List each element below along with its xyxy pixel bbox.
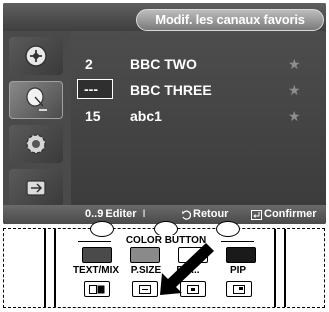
gear-icon <box>26 134 46 154</box>
remote-control-panel: COLOR BUTTON TEXT/MIX P.SIZE P.S... PIP <box>3 221 325 308</box>
channel-number-input[interactable]: --- <box>77 79 113 99</box>
input-icon <box>26 180 46 196</box>
sidebar-item-antenna[interactable] <box>9 81 63 119</box>
text-mix-button[interactable] <box>84 281 110 297</box>
favorite-star-icon: ★ <box>288 56 301 72</box>
channel-name: BBC TWO <box>130 56 197 72</box>
pointer-arrow-icon <box>160 243 214 295</box>
text-mix-label: TEXT/MIX <box>72 265 120 276</box>
footer-separator: I <box>142 208 146 220</box>
sidebar-item-channel[interactable] <box>9 37 63 75</box>
channel-name: abc1 <box>130 108 162 124</box>
remote-body: COLOR BUTTON TEXT/MIX P.SIZE P.S... PIP <box>54 221 276 307</box>
color-button-1[interactable] <box>82 247 112 263</box>
osd-header: Modif. les canaux favoris <box>3 3 326 31</box>
favorite-star-icon: ★ <box>288 82 301 98</box>
channel-name: BBC THREE <box>130 82 212 98</box>
tv-osd-screen: Modif. les canaux favoris 2 BBC TWO ★ --… <box>3 3 326 224</box>
edit-hint[interactable]: 0..9 Editer I <box>85 205 146 224</box>
color-button-4[interactable] <box>226 247 256 263</box>
pip-label: PIP <box>229 265 247 276</box>
remote-outline-left <box>44 229 46 307</box>
sidebar-item-input[interactable] <box>9 169 63 207</box>
text-mix-icon <box>89 284 105 294</box>
favorite-star-icon: ★ <box>288 108 301 124</box>
remote-outline-right <box>284 229 286 307</box>
channel-list: 2 BBC TWO ★ --- BBC THREE ★ 15 abc1 ★ <box>71 31 326 205</box>
edit-label: Editer <box>105 208 137 220</box>
osd-sidebar <box>3 31 71 207</box>
return-icon <box>182 209 191 220</box>
page-title: Modif. les canaux favoris <box>136 9 324 31</box>
satellite-dish-icon <box>25 45 47 67</box>
channel-row-selected[interactable]: --- BBC THREE ★ <box>71 79 316 101</box>
channel-row[interactable]: 2 BBC TWO ★ <box>71 53 316 75</box>
channel-row[interactable]: 15 abc1 ★ <box>71 105 316 127</box>
pip-icon <box>233 284 245 294</box>
pip-button[interactable] <box>226 281 252 297</box>
sidebar-item-setup[interactable] <box>9 125 63 163</box>
confirm-label: Confirmer <box>264 208 317 220</box>
confirm-button[interactable]: Confirmer <box>251 205 317 224</box>
enter-icon <box>251 209 262 220</box>
antenna-icon <box>26 87 47 111</box>
channel-number: 15 <box>85 108 101 124</box>
channel-number: 2 <box>85 56 93 72</box>
